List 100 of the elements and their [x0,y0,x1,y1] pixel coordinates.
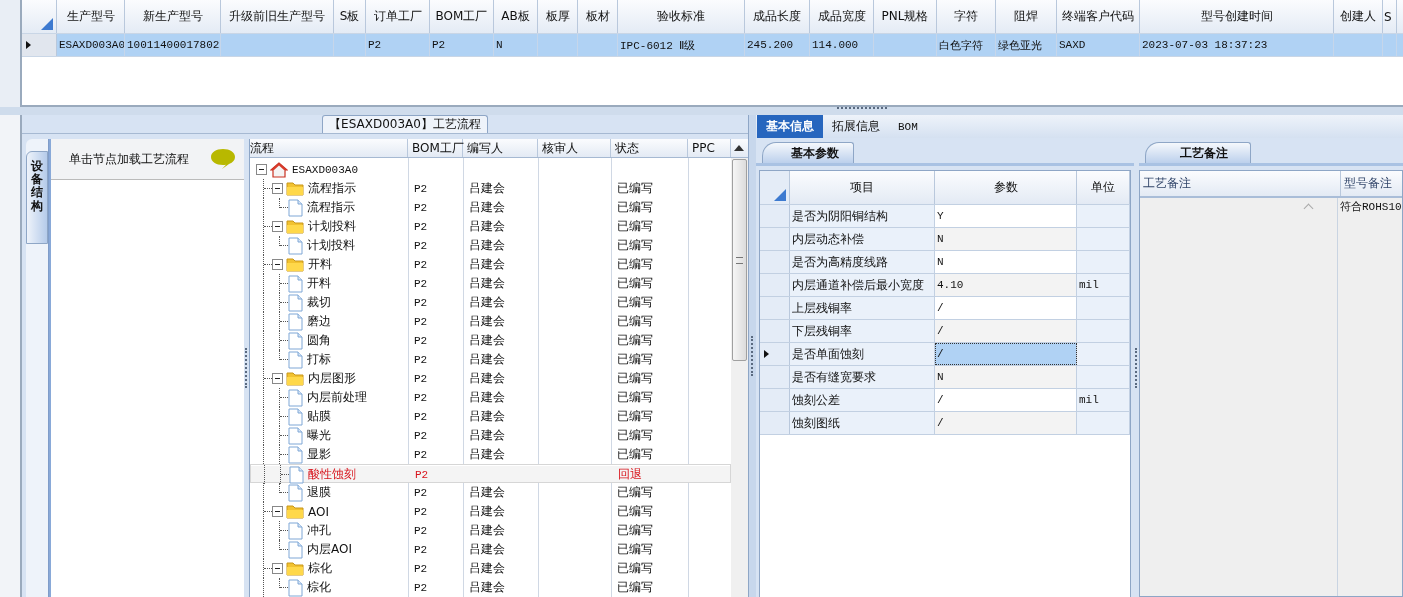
document-icon [288,350,303,369]
tree-row[interactable]: 显影 P2 吕建会 已编写 [250,445,731,464]
column-header[interactable]: 阻焊 [996,0,1057,33]
side-tab[interactable]: 设备结构 [26,151,48,244]
collapse-toggle[interactable] [272,183,283,194]
column-header[interactable]: 创建人 [1334,0,1383,33]
tab[interactable]: BOM [889,115,927,138]
column-header[interactable]: BOM工厂 [408,139,463,157]
table-cell: 已编写 [617,579,653,596]
node-label: 贴膜 [307,408,331,425]
column-header[interactable]: 项目 [790,171,935,204]
tree-row[interactable]: 退膜 P2 吕建会 已编写 [250,483,731,502]
tree-row[interactable]: 曝光 P2 吕建会 已编写 [250,426,731,445]
tree-row[interactable]: ESAXD003A0 [250,160,731,179]
column-header[interactable]: 状态 [611,139,688,157]
tree-row[interactable]: 冲孔 P2 吕建会 已编写 [250,521,731,540]
tree-row[interactable]: 内层前处理 P2 吕建会 已编写 [250,388,731,407]
tree-row[interactable]: 贴膜 P2 吕建会 已编写 [250,407,731,426]
table-cell: 吕建会 [469,370,505,387]
tree-row[interactable]: 计划投料 P2 吕建会 已编写 [250,236,731,255]
node-label: 内层AOI [307,541,352,558]
column-header[interactable]: 生产型号 [57,0,125,33]
node-label: 内层图形 [308,370,356,387]
table-row[interactable]: 内层通道补偿后最小宽度 4.10 mil [760,274,1130,297]
table-cell: P2 [414,562,428,575]
node-label: 显影 [307,446,331,463]
column-header[interactable]: AB板 [494,0,538,33]
column-header[interactable]: 验收标准 [618,0,745,33]
column-header[interactable]: 工艺备注 [1140,171,1341,196]
tree-row[interactable]: 内层图形 P2 吕建会 已编写 [250,369,731,388]
column-header[interactable]: 型号备注 [1341,171,1402,196]
tree-row[interactable]: 打标 P2 吕建会 已编写 [250,350,731,369]
column-header[interactable]: 核审人 [538,139,611,157]
table-cell: P2 [414,372,428,385]
column-header[interactable]: PPC [688,139,731,157]
tree-row[interactable]: 酸性蚀刻 P2 回退 [250,464,731,483]
scrollbar-thumb[interactable] [732,159,747,361]
tree-row[interactable]: 棕化 P2 吕建会 已编写 [250,578,731,597]
column-header[interactable]: 订单工厂 [366,0,430,33]
table-row[interactable]: 蚀刻公差 / mil [760,389,1130,412]
column-header[interactable]: 单位 [1077,171,1130,204]
collapse-toggle[interactable] [272,563,283,574]
table-cell: 吕建会 [469,332,505,349]
tab[interactable]: 拓展信息 [823,115,889,138]
tree-row[interactable]: 开料 P2 吕建会 已编写 [250,255,731,274]
panel-tab[interactable]: 工艺备注 [1145,142,1251,163]
collapse-toggle[interactable] [256,164,267,175]
table-cell: 是否单面蚀刻 [792,345,864,363]
node-label: 圆角 [307,332,331,349]
column-header[interactable]: 成品长度 [745,0,810,33]
collapse-toggle[interactable] [272,506,283,517]
node-label: 流程指示 [307,199,355,216]
tree-row[interactable]: AOI P2 吕建会 已编写 [250,502,731,521]
table-row[interactable]: 是否单面蚀刻 / [760,343,1130,366]
collapse-toggle[interactable] [272,373,283,384]
tree-row[interactable]: 裁切 P2 吕建会 已编写 [250,293,731,312]
table-row[interactable]: 上层残铜率 / [760,297,1130,320]
table-cell: 吕建会 [469,522,505,539]
tree-row[interactable]: 计划投料 P2 吕建会 已编写 [250,217,731,236]
column-header[interactable]: S [1383,0,1397,33]
tree-row[interactable]: 开料 P2 吕建会 已编写 [250,274,731,293]
column-header[interactable]: 板厚 [538,0,578,33]
table-row[interactable]: 是否为阴阳铜结构 Y [760,205,1130,228]
table-row[interactable]: 内层动态补偿 N [760,228,1130,251]
collapse-toggle[interactable] [272,259,283,270]
table-cell: 已编写 [617,180,653,197]
node-label: AOI [308,504,329,519]
panel-tab[interactable]: 基本参数 [762,142,854,163]
table-row[interactable]: ESAXD003A0 10011400017802 P2 P2 N IPC-6012 Ⅱ级 245.200 114.000 白色字符 绿色亚光 SAXD 2023-07-03 18:37:23 [22,34,1403,57]
column-header[interactable]: 升级前旧生产型号 [221,0,334,33]
column-header[interactable]: PNL规格 [874,0,937,33]
column-header[interactable]: 流程 [250,139,408,157]
column-header[interactable]: 新生产型号 [125,0,221,33]
column-header[interactable]: 参数 [935,171,1077,204]
column-header[interactable]: 终端客户代码 [1057,0,1140,33]
table-row[interactable]: 下层残铜率 / [760,320,1130,343]
node-label: 酸性蚀刻 [308,466,356,483]
column-header[interactable]: BOM工厂 [430,0,494,33]
column-header[interactable]: S板 [334,0,366,33]
table-cell: 已编写 [617,199,653,216]
tree-row[interactable]: 流程指示 P2 吕建会 已编写 [250,179,731,198]
column-header[interactable]: 字符 [937,0,996,33]
tree-row[interactable]: 磨边 P2 吕建会 已编写 [250,312,731,331]
tab[interactable]: 基本信息 [757,115,823,138]
collapse-toggle[interactable] [272,221,283,232]
table-cell: SAXD [1059,39,1086,51]
tree-row[interactable]: 圆角 P2 吕建会 已编写 [250,331,731,350]
tree-row[interactable]: 棕化 P2 吕建会 已编写 [250,559,731,578]
column-header[interactable]: 型号创建时间 [1140,0,1334,33]
column-header[interactable]: 编写人 [463,139,538,157]
table-row[interactable]: 是否有缝宽要求 N [760,366,1130,389]
column-header[interactable]: 板材 [578,0,618,33]
table-cell: 吕建会 [469,541,505,558]
table-cell: 4.10 [937,279,964,291]
table-row[interactable]: 是否为高精度线路 N [760,251,1130,274]
tree-row[interactable]: 流程指示 P2 吕建会 已编写 [250,198,731,217]
panel-tab[interactable]: 【ESAXD003A0】工艺流程 [322,115,488,133]
tree-row[interactable]: 内层AOI P2 吕建会 已编写 [250,540,731,559]
column-header[interactable]: 成品宽度 [810,0,874,33]
table-row[interactable]: 蚀刻图纸 / [760,412,1130,435]
